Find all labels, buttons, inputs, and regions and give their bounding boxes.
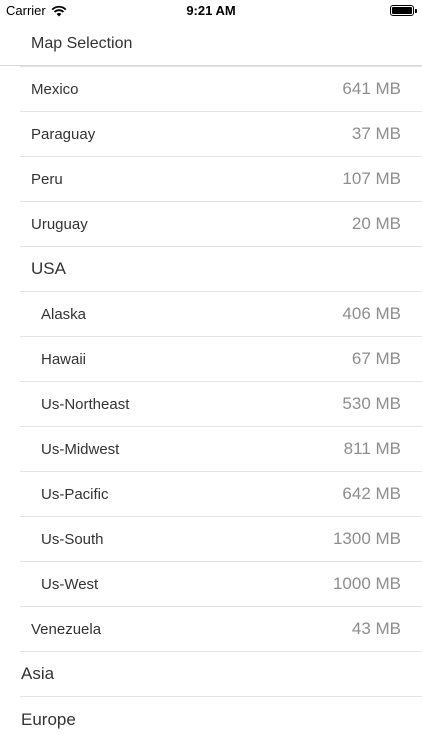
list-item-size: 1000 MB [332,574,401,593]
list-item-name: Peru [31,170,63,188]
map-list[interactable]: Jamaika5 MBMexico641 MBParaguay37 MBPeru… [0,22,422,742]
list-item-usa[interactable]: USA [20,247,422,292]
list-item-uruguay[interactable]: Uruguay 20 MB [20,202,422,247]
list-item-name: Us-Northeast [41,395,130,413]
list-item-name: Hawaii [41,350,87,368]
battery-fill [392,7,412,14]
list-item-us-west[interactable]: Us-West 1000 MB [20,562,422,607]
list-item-name: Us-Midwest [41,440,120,458]
list-item-name: Europe [21,709,76,729]
list-item-alaska[interactable]: Alaska 406 MB [20,292,422,337]
list-item-peru[interactable]: Peru 107 MB [20,157,422,202]
list-item-size: 406 MB [342,304,401,323]
list-item-mexico[interactable]: Mexico 641 MB [20,67,422,112]
list-item-name: Alaska [41,305,87,323]
list-item-us-south[interactable]: Us-South 1300 MB [20,517,422,562]
list-item-name: Uruguay [31,215,88,233]
battery-icon [390,5,417,16]
status-bar: Carrier 9:21 AM [0,0,422,22]
page-title: Map Selection [31,35,133,52]
list-item-us-northeast[interactable]: Us-Northeast 530 MB [20,382,422,427]
list-item-size: 20 MB [351,214,401,233]
battery-cap [415,9,417,13]
list-item-hawaii[interactable]: Hawaii 67 MB [20,337,422,382]
list-item-us-midwest[interactable]: Us-Midwest 811 MB [20,427,422,472]
list-item-us-pacific[interactable]: Us-Pacific 642 MB [20,472,422,517]
list-item-size: 642 MB [342,484,401,503]
list-item-name: Venezuela [31,620,102,638]
list-item-asia[interactable]: Asia [20,652,422,697]
list-item-venezuela[interactable]: Venezuela 43 MB [20,607,422,652]
list-item-size: 67 MB [351,349,401,368]
status-time: 9:21 AM [186,3,236,18]
navigation-bar: Map Selection [0,22,422,66]
list-item-name: USA [31,259,66,278]
list-item-name: Paraguay [31,125,96,143]
list-item-size: 641 MB [342,79,401,98]
list-item-name: Mexico [31,80,79,98]
list-item-size: 107 MB [342,169,401,188]
list-item-name: Us-Pacific [41,485,109,503]
list-item-size: 1300 MB [332,529,401,548]
list-item-name: Asia [21,664,55,683]
list-item-size: 530 MB [342,394,401,413]
list-item-paraguay[interactable]: Paraguay 37 MB [20,112,422,157]
list-item-size: 43 MB [351,619,401,638]
list-item-size: 811 MB [343,439,401,458]
list-item-name: Us-West [41,575,99,593]
list-item-name: Us-South [41,530,104,548]
list-item-size: 37 MB [351,124,401,143]
list-item-europe[interactable]: Europe [20,697,422,742]
